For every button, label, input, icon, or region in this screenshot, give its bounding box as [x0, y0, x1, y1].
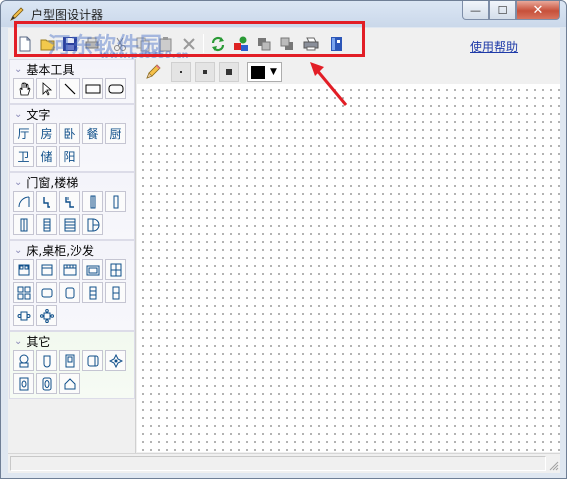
small-dot-icon[interactable]	[171, 62, 191, 82]
category-items	[10, 350, 134, 398]
chevron-down-icon: ⌄	[14, 108, 23, 120]
help-link[interactable]: 使用帮助	[470, 38, 518, 55]
armchair-icon[interactable]	[59, 282, 80, 303]
fridge-icon[interactable]	[59, 350, 80, 371]
refresh-icon[interactable]	[207, 33, 229, 55]
shapes-icon[interactable]	[230, 33, 252, 55]
category-title: 基本工具	[26, 62, 75, 77]
toilet-icon[interactable]	[13, 350, 34, 371]
category-items	[10, 78, 134, 103]
category-items: 厅 房 卧 餐 厨 卫 储 阳	[10, 123, 134, 171]
hand-icon[interactable]	[13, 78, 34, 99]
category-text: ⌄ 文字 厅 房 卧 餐 厨 卫 储 阳	[9, 104, 135, 172]
category-header[interactable]: ⌄ 门窗,楼梯	[10, 173, 134, 191]
window-controls: — ☐ ✕	[462, 1, 560, 20]
category-items	[10, 191, 134, 239]
bathtub-icon[interactable]	[36, 350, 57, 371]
washbasin-icon[interactable]	[13, 373, 34, 394]
table-icon[interactable]	[36, 282, 57, 303]
rounded-rectangle-icon[interactable]	[105, 78, 126, 99]
pencil-icon[interactable]	[143, 62, 163, 82]
app-pen-icon	[10, 7, 24, 21]
desk-icon[interactable]	[13, 305, 34, 326]
tv-icon[interactable]	[82, 350, 103, 371]
chevron-down-icon: ⌄	[14, 335, 23, 347]
category-header[interactable]: ⌄ 基本工具	[10, 60, 134, 78]
category-beds-tables-sofas: ⌄ 床,桌柜,沙发	[9, 240, 135, 331]
shape-palette: ⌄ 基本工具 ⌄ 文字 厅 房 卧 餐 厨 卫 储 阳 ⌄ 门窗,楼梯 ⌄ 床,…	[8, 59, 136, 464]
cabinet-icon[interactable]	[105, 259, 126, 280]
app-window: 户型图设计器 — ☐ ✕ 河东软件园 www.pc0359.cn 使用帮助 ⌄ …	[0, 0, 567, 479]
washer-icon[interactable]	[36, 373, 57, 394]
house-icon[interactable]	[59, 373, 80, 394]
window-icon[interactable]	[82, 191, 103, 212]
chevron-down-icon: ▼	[270, 67, 277, 77]
category-title: 门窗,楼梯	[26, 175, 79, 190]
double-bed-icon[interactable]	[36, 259, 57, 280]
chevron-down-icon: ⌄	[14, 244, 23, 256]
bed-2-icon[interactable]	[59, 259, 80, 280]
new-file-icon[interactable]	[14, 33, 36, 55]
main-toolbar: 河东软件园 www.pc0359.cn 使用帮助	[8, 21, 560, 61]
chevron-down-icon: ⌄	[14, 63, 23, 75]
window-4-icon[interactable]	[36, 214, 57, 235]
rectangle-icon[interactable]	[82, 78, 103, 99]
window-title: 户型图设计器	[31, 8, 104, 22]
window-2-icon[interactable]	[105, 191, 126, 212]
medium-dot-icon[interactable]	[195, 62, 215, 82]
category-doors-windows-stairs: ⌄ 门窗,楼梯	[9, 172, 135, 240]
window-3-icon[interactable]	[13, 214, 34, 235]
text-item-room[interactable]: 房	[36, 123, 57, 144]
resize-grip-icon[interactable]	[547, 459, 559, 471]
design-canvas[interactable]	[137, 84, 560, 452]
dining-table-icon[interactable]	[13, 282, 34, 303]
printer-icon[interactable]	[300, 33, 322, 55]
category-others: ⌄ 其它	[9, 331, 135, 399]
text-item-storage[interactable]: 储	[36, 146, 57, 167]
maximize-button[interactable]: ☐	[489, 1, 516, 20]
bring-front-icon[interactable]	[253, 33, 275, 55]
minimize-button[interactable]: —	[462, 1, 489, 20]
stair-icon[interactable]	[59, 214, 80, 235]
send-back-icon[interactable]	[276, 33, 298, 55]
door-icon[interactable]	[36, 191, 57, 212]
revolving-door-icon[interactable]	[82, 214, 103, 235]
text-item-bedroom[interactable]: 卧	[59, 123, 80, 144]
plant-icon[interactable]	[105, 350, 126, 371]
text-item-kitchen[interactable]: 厨	[105, 123, 126, 144]
text-item-living-room[interactable]: 厅	[13, 123, 34, 144]
bed-icon[interactable]	[13, 259, 34, 280]
text-item-balcony[interactable]: 阳	[59, 146, 80, 167]
annotation-arrow-icon	[310, 62, 348, 106]
color-picker[interactable]: ▼	[247, 62, 282, 82]
toolbar-separator	[203, 34, 204, 53]
double-door-icon[interactable]	[59, 191, 80, 212]
text-item-dining[interactable]: 餐	[82, 123, 103, 144]
title-bar[interactable]: 户型图设计器 — ☐ ✕	[1, 1, 566, 27]
book-icon[interactable]	[326, 33, 348, 55]
category-title: 其它	[26, 334, 51, 349]
stool-icon[interactable]	[82, 282, 103, 303]
sofa-icon[interactable]	[82, 259, 103, 280]
category-title: 床,桌柜,沙发	[26, 243, 95, 258]
close-button[interactable]: ✕	[516, 1, 560, 20]
color-swatch	[251, 65, 265, 79]
category-header[interactable]: ⌄ 床,桌柜,沙发	[10, 241, 134, 259]
client-area: 河东软件园 www.pc0359.cn 使用帮助 ⌄ 基本工具 ⌄ 文字 厅 房…	[8, 21, 560, 473]
chevron-down-icon: ⌄	[14, 176, 23, 188]
category-basic-tools: ⌄ 基本工具	[9, 59, 135, 104]
category-title: 文字	[26, 107, 51, 122]
large-dot-icon[interactable]	[219, 62, 239, 82]
arc-door-icon[interactable]	[13, 191, 34, 212]
status-panel	[10, 456, 546, 471]
category-items	[10, 259, 134, 330]
category-header[interactable]: ⌄ 文字	[10, 105, 134, 123]
category-header[interactable]: ⌄ 其它	[10, 332, 134, 350]
text-item-bathroom[interactable]: 卫	[13, 146, 34, 167]
wardrobe-icon[interactable]	[105, 282, 126, 303]
status-bar	[8, 453, 560, 472]
line-icon[interactable]	[59, 78, 80, 99]
pointer-icon[interactable]	[36, 78, 57, 99]
round-table-icon[interactable]	[36, 305, 57, 326]
